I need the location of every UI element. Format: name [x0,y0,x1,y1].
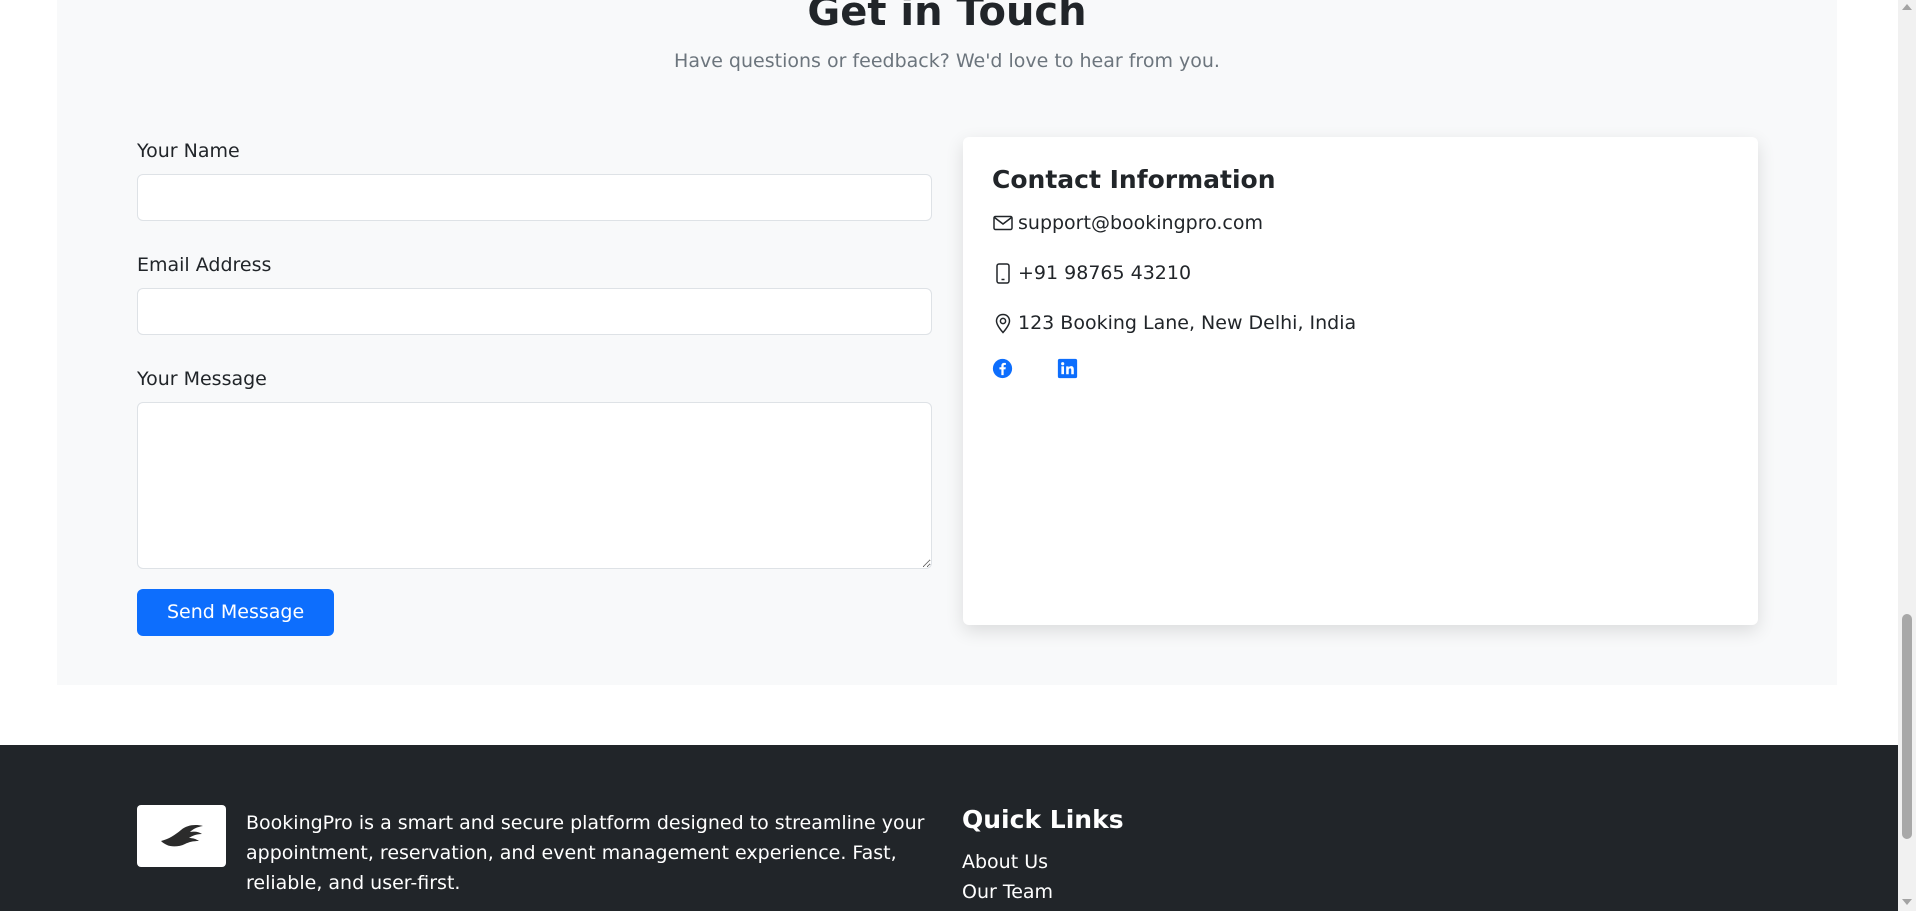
contact-address-row: 123 Booking Lane, New Delhi, India [992,308,1729,338]
linkedin-icon [1057,358,1078,379]
linkedin-link[interactable] [1057,358,1081,382]
footer-about-text: BookingPro is a smart and secure platfor… [246,812,925,894]
envelope-icon [992,212,1014,234]
message-label: Your Message [137,368,267,390]
send-message-button[interactable]: Send Message [137,589,335,636]
section-subtitle: Have questions or feedback? We'd love to… [674,50,1220,72]
contact-email: support@bookingpro.com [1018,212,1264,234]
scroll-up-icon[interactable] [1902,4,1912,10]
contact-info-title: Contact Information [992,165,1276,194]
brand-logo[interactable] [137,805,226,867]
phone-icon [992,262,1014,284]
location-pin-icon [992,312,1014,334]
contact-phone-row: +91 98765 43210 [992,258,1729,288]
social-links [992,358,1729,382]
scroll-down-icon[interactable] [1902,899,1912,905]
section-title: Get in Touch [807,0,1087,35]
message-textarea[interactable] [137,402,932,569]
contact-form: Your Name Email Address Your Message Sen… [137,140,932,636]
scrollbar-thumb[interactable] [1902,614,1912,839]
quick-links-list: About Us Our Team [962,847,1053,907]
email-label: Email Address [137,254,272,276]
footer: BookingPro is a smart and secure platfor… [0,745,1898,911]
contact-address: 123 Booking Lane, New Delhi, India [1018,312,1357,334]
quick-links-title: Quick Links [962,805,1124,834]
wing-logo-icon [160,825,203,847]
contact-section: Get in Touch Have questions or feedback?… [57,0,1837,685]
page: Get in Touch Have questions or feedback?… [0,0,1898,911]
contact-info-card: Contact Information support@bookingpro.c… [963,137,1758,625]
name-input[interactable] [137,174,932,221]
facebook-link[interactable] [992,358,1016,382]
quick-link-about-us[interactable]: About Us [962,847,1053,877]
email-input[interactable] [137,288,932,335]
quick-link-our-team[interactable]: Our Team [962,877,1053,907]
contact-phone: +91 98765 43210 [1018,262,1192,284]
vertical-scrollbar[interactable] [1898,0,1916,911]
facebook-icon [992,358,1013,379]
name-label: Your Name [137,140,240,162]
contact-email-row: support@bookingpro.com [992,208,1729,238]
